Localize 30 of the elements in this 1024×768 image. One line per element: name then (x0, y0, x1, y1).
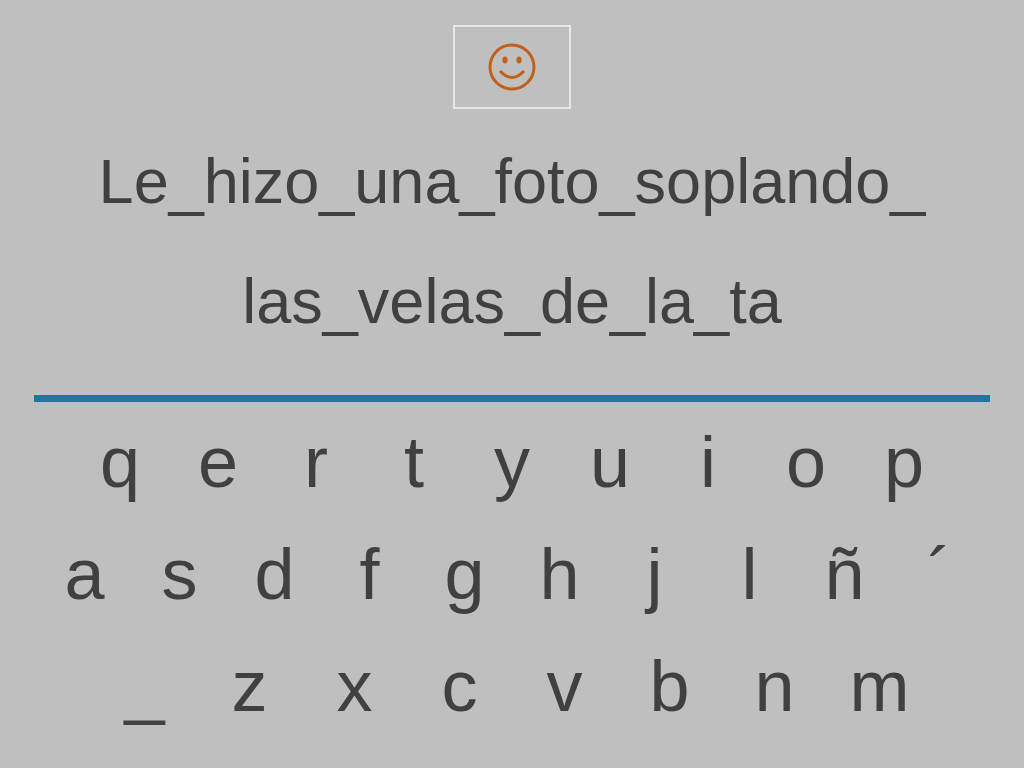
letter-key[interactable]: y (463, 417, 561, 507)
letter-key[interactable]: q (71, 417, 169, 507)
letter-key[interactable]: e (169, 417, 267, 507)
letter-key[interactable]: n (722, 641, 827, 731)
letter-key[interactable]: z (197, 641, 302, 731)
letter-key[interactable]: i (659, 417, 757, 507)
letter-key[interactable]: u (561, 417, 659, 507)
sentence-line: Le_hizo_una_foto_soplando_ (98, 145, 926, 218)
letter-key[interactable]: m (827, 641, 932, 731)
letter-key[interactable]: h (512, 529, 607, 619)
letter-key[interactable]: l (702, 529, 797, 619)
letter-key[interactable]: d (227, 529, 322, 619)
letter-key[interactable]: r (267, 417, 365, 507)
letter-key[interactable]: g (417, 529, 512, 619)
letter-key[interactable]: ´ (892, 529, 987, 619)
letter-key[interactable]: _ (92, 641, 197, 731)
letter-key[interactable]: c (407, 641, 512, 731)
letter-key[interactable]: p (855, 417, 953, 507)
letter-key[interactable]: x (302, 641, 407, 731)
letter-key[interactable]: j (607, 529, 702, 619)
sentence-line: las_velas_de_la_ta (242, 265, 782, 338)
letter-key[interactable]: v (512, 641, 617, 731)
letter-key[interactable]: b (617, 641, 722, 731)
letter-key[interactable]: ñ (797, 529, 892, 619)
smiley-icon (487, 42, 537, 92)
letter-key[interactable]: f (322, 529, 417, 619)
letter-key[interactable]: t (365, 417, 463, 507)
letter-key[interactable]: s (132, 529, 227, 619)
letter-key[interactable]: a (37, 529, 132, 619)
letter-key[interactable]: o (757, 417, 855, 507)
